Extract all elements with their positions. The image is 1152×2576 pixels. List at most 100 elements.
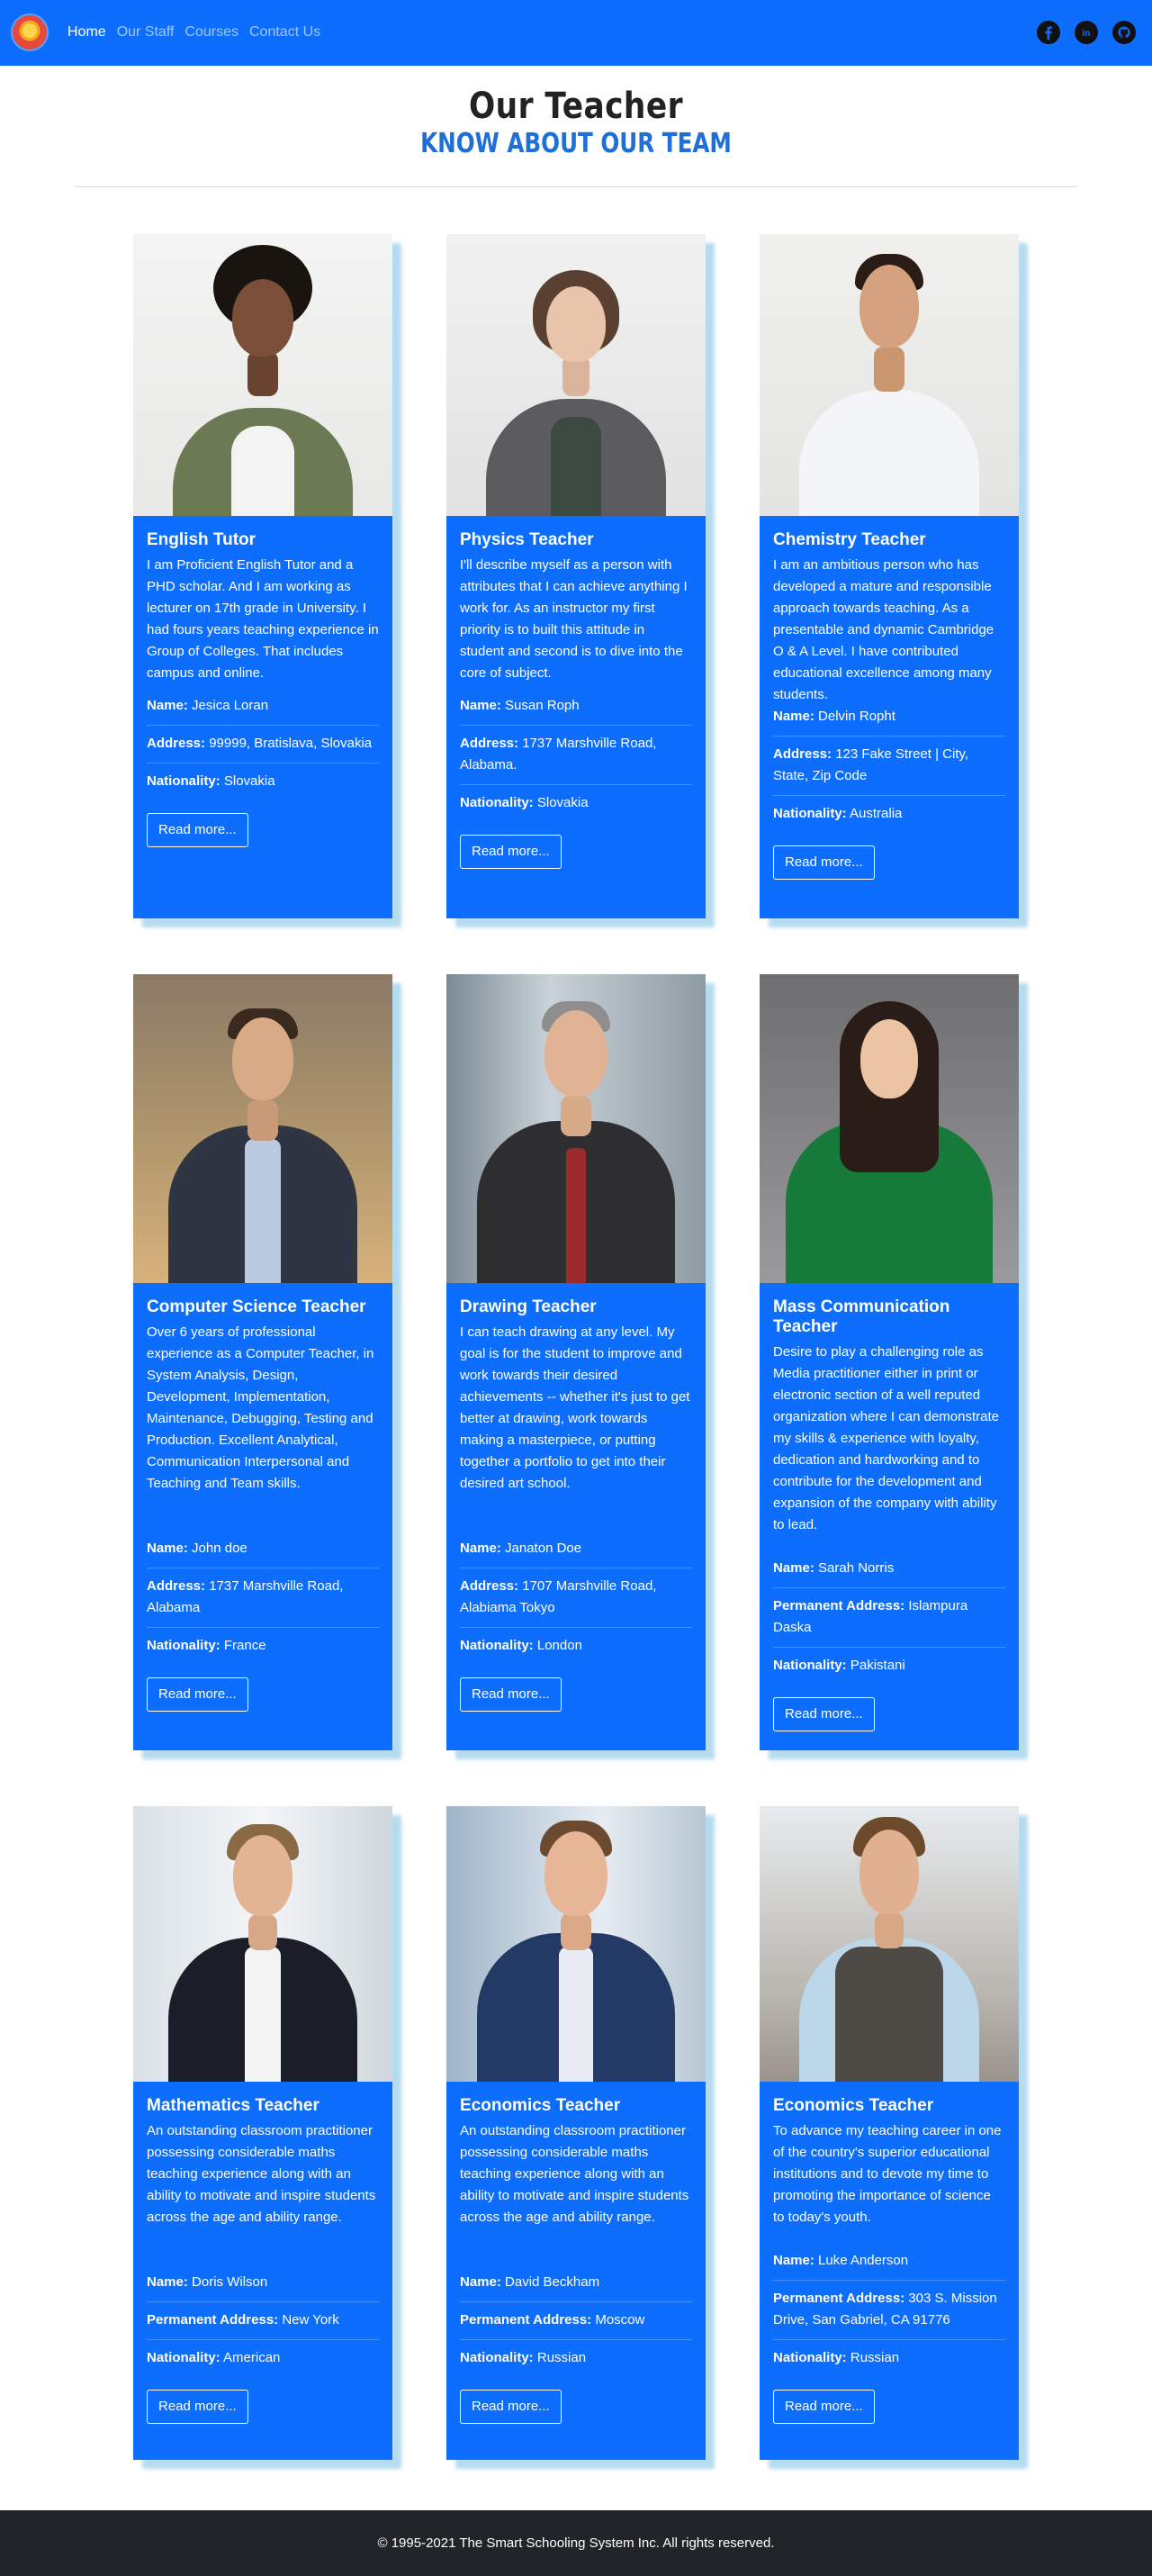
name-label: Name: — [460, 2274, 501, 2290]
address-row: Address: 123 Fake Street | City, State, … — [773, 737, 1005, 796]
name-label: Name: — [147, 1541, 188, 1556]
name-value: Susan Roph — [505, 698, 580, 713]
card-description: Over 6 years of professional experience … — [147, 1324, 374, 1491]
nationality-row: Nationality: Australia — [773, 796, 1005, 833]
nav-link-contact-us[interactable]: Contact Us — [249, 23, 320, 41]
card-body: Chemistry Teacher I am an ambitious pers… — [760, 516, 1019, 880]
nationality-label: Nationality: — [460, 2350, 534, 2365]
name-row: Name: Luke Anderson — [773, 2243, 1005, 2281]
read-more-button[interactable]: Read more... — [460, 835, 562, 869]
nationality-row: Nationality: Russian — [773, 2340, 1005, 2377]
read-more-button[interactable]: Read more... — [773, 2390, 875, 2424]
nationality-value: London — [536, 1638, 582, 1653]
read-more-button[interactable]: Read more... — [773, 1697, 875, 1731]
nationality-label: Nationality: — [147, 773, 220, 789]
name-value: Doris Wilson — [192, 2274, 268, 2290]
social-links: in — [1037, 21, 1136, 44]
name-value: Janaton Doe — [505, 1541, 582, 1556]
card-description: Desire to play a challenging role as Med… — [773, 1344, 999, 1532]
read-more-button[interactable]: Read more... — [147, 2390, 248, 2424]
nationality-value: Slovakia — [223, 773, 275, 789]
card-title: Chemistry Teacher — [773, 530, 926, 549]
address-row: Permanent Address: 303 S. Mission Drive,… — [773, 2281, 1005, 2340]
address-value: 99999, Bratislava, Slovakia — [209, 736, 373, 751]
address-label: Permanent Address: — [147, 2312, 279, 2327]
address-label: Address: — [147, 736, 206, 751]
nationality-row: Nationality: Slovakia — [460, 785, 692, 822]
teacher-photo — [133, 234, 392, 516]
card-body: Physics Teacher I'll describe myself as … — [446, 516, 706, 869]
address-label: Address: — [460, 1578, 519, 1594]
name-row: Name: David Beckham — [460, 2264, 692, 2302]
teacher-info-list: Name: Janaton Doe Address: 1707 Marshvil… — [460, 1531, 692, 1665]
name-value: Sarah Norris — [818, 1560, 895, 1576]
page-heading: Our Teacher KNOW ABOUT OUR TEAM — [0, 83, 1152, 162]
teacher-photo — [133, 974, 392, 1283]
card-title: Computer Science Teacher — [147, 1297, 366, 1316]
teacher-card: Economics Teacher An outstanding classro… — [446, 1806, 706, 2460]
address-value: New York — [282, 2312, 339, 2327]
nationality-value: American — [223, 2350, 281, 2365]
nationality-row: Nationality: Pakistani — [773, 1648, 1005, 1685]
nav-link-home[interactable]: Home — [68, 23, 106, 41]
card-description: I'll describe myself as a person with at… — [460, 557, 688, 681]
address-label: Address: — [773, 746, 832, 762]
teacher-photo — [446, 1806, 706, 2082]
read-more-button[interactable]: Read more... — [460, 1677, 562, 1712]
name-row: Name: Sarah Norris — [773, 1550, 1005, 1588]
name-value: Delvin Ropht — [818, 709, 896, 724]
nationality-label: Nationality: — [147, 1638, 220, 1653]
teacher-photo — [446, 234, 706, 516]
address-label: Address: — [460, 736, 519, 751]
address-row: Permanent Address: New York — [147, 2302, 379, 2340]
teacher-card: Physics Teacher I'll describe myself as … — [446, 234, 706, 918]
school-logo[interactable] — [13, 15, 47, 50]
teacher-photo — [760, 974, 1019, 1283]
nationality-label: Nationality: — [773, 806, 847, 821]
name-label: Name: — [773, 709, 814, 724]
nationality-row: Nationality: London — [460, 1628, 692, 1665]
address-label: Address: — [147, 1578, 206, 1594]
card-description: I am an ambitious person who has develop… — [773, 557, 994, 702]
teacher-card: Mass Communication Teacher Desire to pla… — [760, 974, 1019, 1750]
card-body: Computer Science Teacher Over 6 years of… — [133, 1283, 392, 1712]
read-more-button[interactable]: Read more... — [773, 845, 875, 880]
teacher-info-list: Name: Jesica Loran Address: 99999, Brati… — [147, 688, 379, 800]
card-body: Drawing Teacher I can teach drawing at a… — [446, 1283, 706, 1712]
name-row: Name: Jesica Loran — [147, 688, 379, 726]
nav-link-courses[interactable]: Courses — [184, 23, 238, 41]
nationality-label: Nationality: — [147, 2350, 220, 2365]
teacher-info-list: Name: Luke Anderson Permanent Address: 3… — [773, 2243, 1005, 2377]
teacher-info-list: Name: David Beckham Permanent Address: M… — [460, 2264, 692, 2377]
card-description: I can teach drawing at any level. My goa… — [460, 1324, 690, 1491]
nationality-row: Nationality: France — [147, 1628, 379, 1665]
linkedin-icon[interactable]: in — [1075, 21, 1098, 44]
github-icon[interactable] — [1112, 21, 1136, 44]
address-row: Permanent Address: Islampura Daska — [773, 1588, 1005, 1648]
read-more-button[interactable]: Read more... — [147, 1677, 248, 1712]
read-more-button[interactable]: Read more... — [460, 2390, 562, 2424]
address-row: Address: 1707 Marshville Road, Alabiama … — [460, 1568, 692, 1628]
read-more-button[interactable]: Read more... — [147, 813, 248, 847]
navbar: Home Our Staff Courses Contact Us in — [0, 0, 1152, 66]
teacher-photo — [133, 1806, 392, 2082]
teacher-photo — [446, 974, 706, 1283]
address-row: Address: 1737 Marshville Road, Alabama. — [460, 726, 692, 785]
teacher-info-list: Name: Doris Wilson Permanent Address: Ne… — [147, 2264, 379, 2377]
nationality-label: Nationality: — [460, 1638, 534, 1653]
address-row: Address: 1737 Marshville Road, Alabama — [147, 1568, 379, 1628]
name-value: David Beckham — [505, 2274, 600, 2290]
address-label: Permanent Address: — [773, 2291, 905, 2306]
nationality-value: Australia — [850, 806, 903, 821]
nationality-label: Nationality: — [773, 2350, 847, 2365]
address-row: Permanent Address: Moscow — [460, 2302, 692, 2340]
nationality-row: Nationality: American — [147, 2340, 379, 2377]
card-title: Economics Teacher — [460, 2096, 621, 2115]
facebook-icon[interactable] — [1037, 21, 1060, 44]
nav-link-our-staff[interactable]: Our Staff — [117, 23, 175, 41]
heading-divider — [74, 186, 1078, 187]
teacher-card: Chemistry Teacher I am an ambitious pers… — [760, 234, 1019, 918]
name-value: John doe — [192, 1541, 248, 1556]
nationality-value: Pakistani — [850, 1658, 905, 1673]
card-body: Mathematics Teacher An outstanding class… — [133, 2082, 392, 2424]
